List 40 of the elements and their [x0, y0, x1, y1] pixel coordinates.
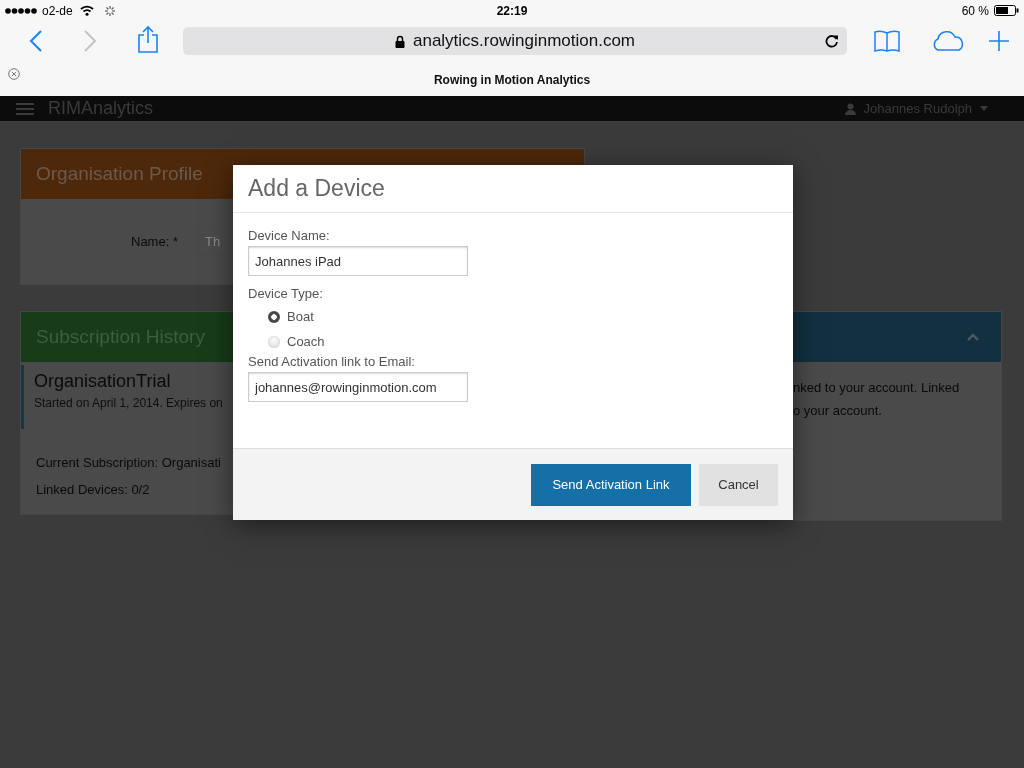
user-icon [844, 102, 856, 115]
chevron-up-icon[interactable] [967, 333, 979, 341]
field-label: Device Name: [248, 228, 331, 243]
subscription-text: Current Subscription: Organisati [36, 455, 221, 470]
spinner-icon [103, 4, 116, 17]
battery-icon [994, 5, 1019, 16]
close-icon[interactable] [8, 68, 20, 80]
wifi-icon [79, 5, 94, 16]
send-button[interactable]: Send Activation Link [531, 463, 691, 506]
book-icon[interactable] [874, 30, 900, 52]
battery-percent: 60 % [961, 3, 989, 18]
field-label: Name: * [131, 233, 178, 249]
field-label: Send Activation link to Email: [248, 354, 416, 369]
plan-name: OrganisationTrial [34, 371, 171, 392]
device-name-field[interactable]: Johannes iPad [248, 246, 468, 276]
devices-count: Linked Devices: 0/2 [36, 482, 150, 497]
carrier-name: o2-de [42, 3, 73, 18]
lock-icon [394, 34, 405, 48]
field-value: Th [204, 233, 221, 249]
share-icon[interactable] [137, 25, 159, 53]
dialog-title: Add a Device [248, 175, 385, 202]
back-icon[interactable] [29, 30, 43, 52]
cancel-button[interactable]: Cancel [699, 463, 778, 506]
radio-button[interactable] [268, 310, 280, 323]
address-bar[interactable]: analytics.rowinginmotion.com [183, 27, 847, 55]
caret-icon [980, 106, 988, 111]
url-text: analytics.rowinginmotion.com [412, 31, 635, 51]
status-time: 22:19 [495, 3, 529, 18]
field-label: Device Type: [248, 286, 324, 301]
plus-icon[interactable] [988, 30, 1010, 52]
radio-button[interactable] [268, 335, 280, 348]
email-field[interactable]: johannes@rowinginmotion.com [248, 372, 468, 402]
signal-icon [5, 6, 38, 15]
tab-title[interactable]: Rowing in Motion Analytics [433, 70, 591, 87]
panel-text: nked to your account. Linked [793, 379, 961, 397]
card-title: Organisation Profile [36, 163, 203, 185]
reload-icon[interactable] [825, 34, 839, 48]
radio-label[interactable]: Coach [287, 334, 325, 349]
plan-dates: Started on April 1, 2014. Expires on [34, 396, 223, 410]
radio-label[interactable]: Boat [287, 309, 314, 324]
